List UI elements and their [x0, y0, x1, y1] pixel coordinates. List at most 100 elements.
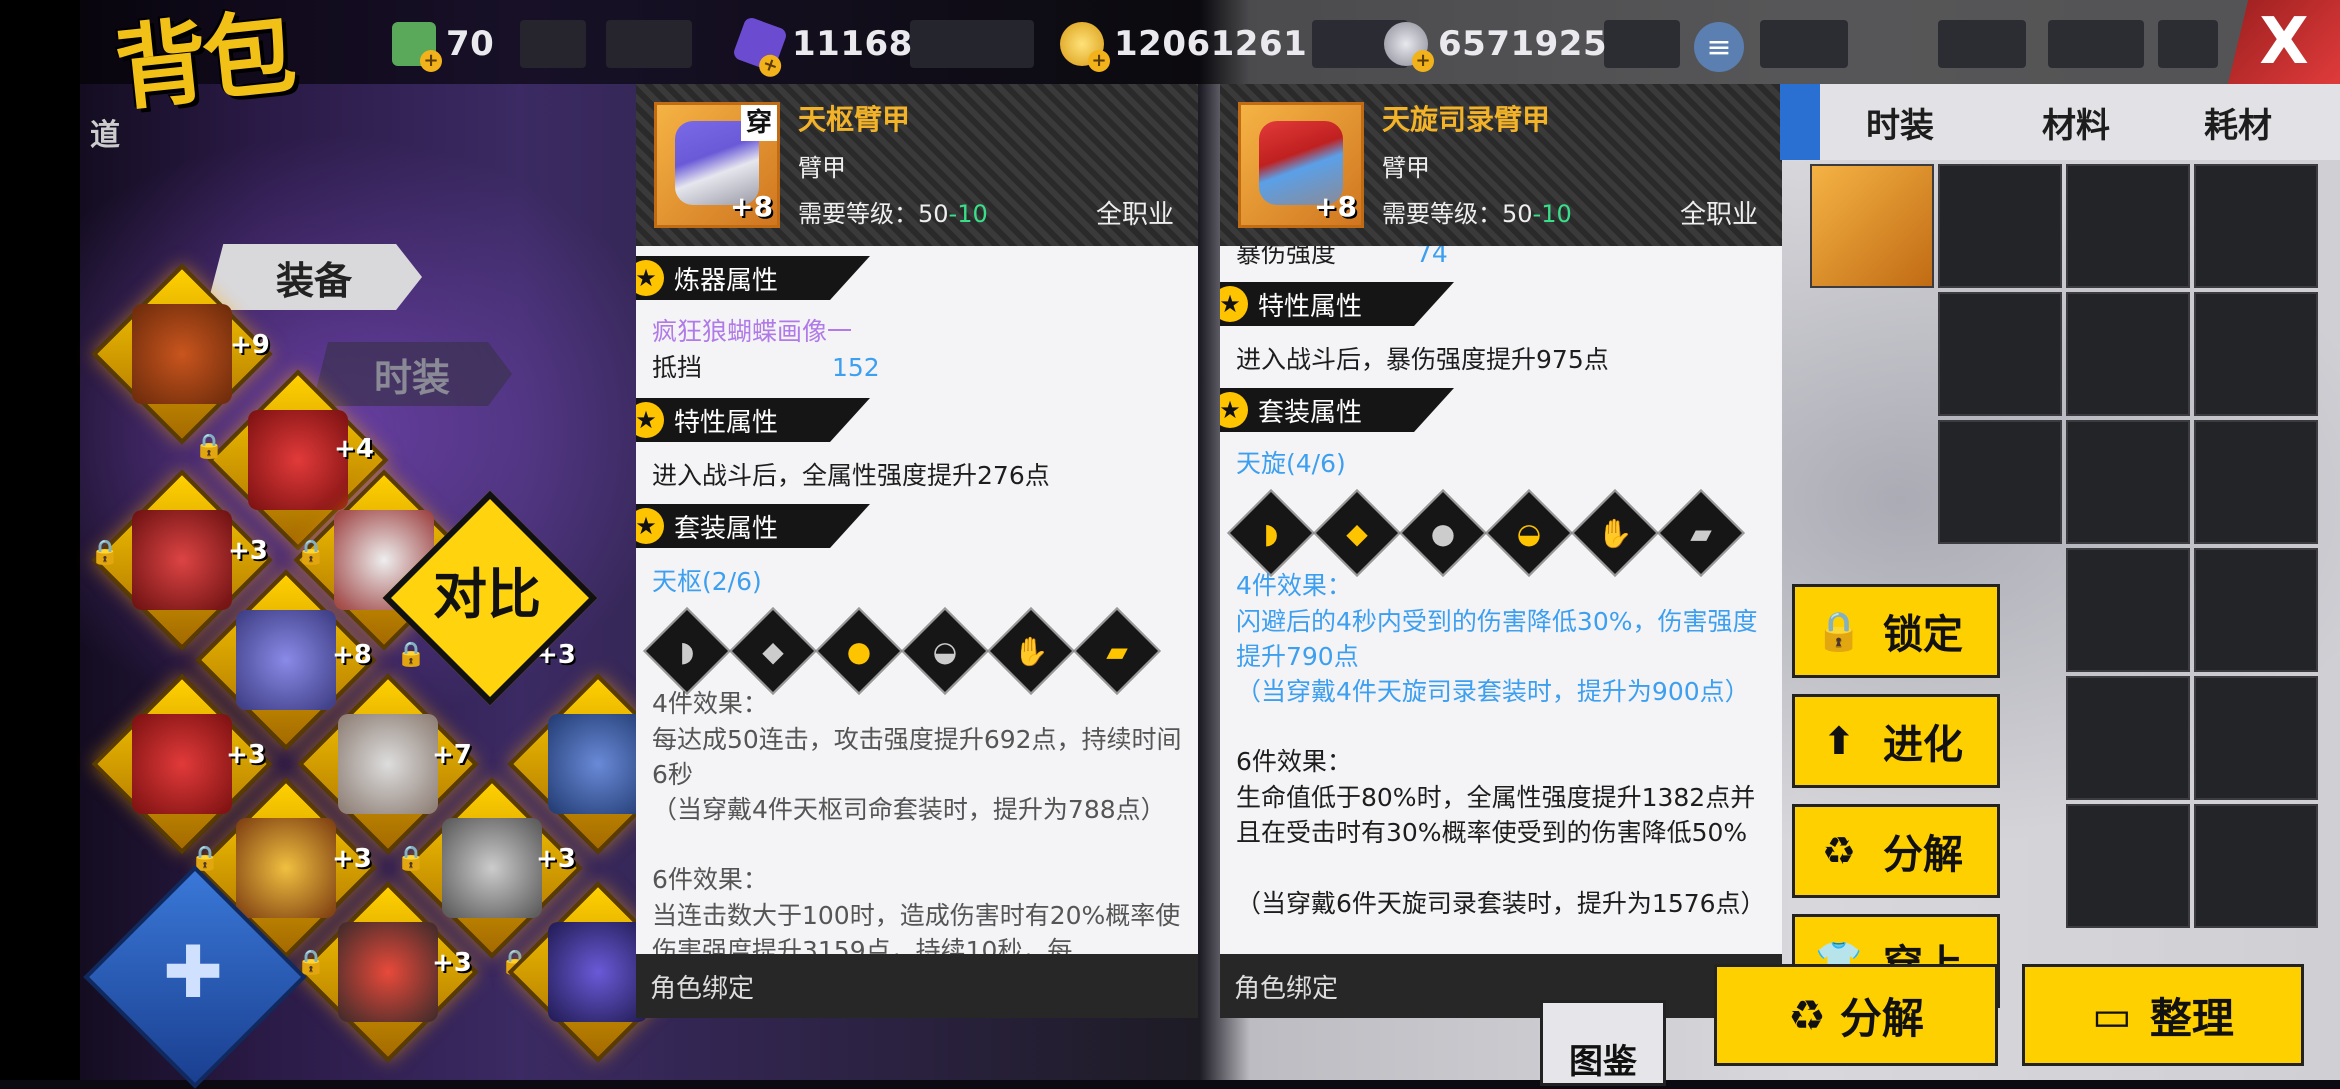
panel-body[interactable]: ★ 炼器属性 疯狂狼蝴蝶画像一 抵挡 152 ★ 特性属性 进入战斗后，全属性强度提升… [636, 246, 1198, 954]
stat-row: 抵挡 152 [652, 350, 1182, 385]
item-type: 臂甲 [1382, 154, 1430, 182]
add-icon[interactable]: + [1088, 50, 1110, 72]
inventory-cell[interactable] [2194, 804, 2318, 928]
tab-materials[interactable]: 材料 [2042, 98, 2110, 147]
item-detail-panel-equipped: 穿 +8 天枢臂甲 臂甲 需要等级：50-10 全职业 ★ 炼器属性 疯狂狼蝴蝶画… [636, 84, 1198, 1018]
effect4-bonus: （当穿戴4件天旋司录套装时，提升为900点） [1236, 677, 1750, 706]
inventory-cell[interactable] [2066, 676, 2190, 800]
set-piece-arm: ▰ [1073, 607, 1161, 695]
lock-button[interactable]: 🔒 锁定 [1792, 584, 2000, 678]
item-plus-label: +9 [230, 330, 270, 360]
lock-icon: 🔒 [296, 538, 326, 566]
inventory-cell[interactable] [1938, 420, 2062, 544]
required-level: 需要等级：50-10 [1382, 194, 1572, 229]
inventory-cell[interactable] [2066, 804, 2190, 928]
effect6-title: 6件效果： [1236, 747, 1352, 776]
inventory-cell[interactable] [2194, 676, 2318, 800]
tray-icon: ▭ [2092, 990, 2132, 1040]
set-piece-pants: ◒ [901, 607, 989, 695]
add-icon[interactable]: + [1412, 50, 1434, 72]
inventory-cell[interactable] [2066, 548, 2190, 672]
set-piece-pants: ◒ [1485, 489, 1573, 577]
currency-silver[interactable]: + 6571925 [1384, 18, 1608, 72]
inventory-cell[interactable] [2066, 164, 2190, 288]
lock-icon: 🔒 [194, 432, 224, 460]
section-refine: ★ 炼器属性 [636, 256, 870, 300]
item-type: 臂甲 [798, 154, 846, 182]
gold-coin-icon: + [1060, 22, 1110, 72]
sort-button[interactable]: ▭ 整理 [2022, 964, 2304, 1066]
inventory-cell[interactable] [2066, 292, 2190, 416]
currency-gold[interactable]: + 12061261 [1060, 18, 1307, 72]
inventory-cell[interactable] [2194, 164, 2318, 288]
inventory-cell[interactable] [1938, 292, 2062, 416]
set-name: 天枢(2/6) [652, 567, 762, 596]
req-label: 需要等级： [1382, 200, 1502, 228]
req-reduction: -10 [1532, 200, 1572, 228]
bind-status: 角色绑定 [1220, 954, 1782, 1018]
lock-icon: 🔒 [1815, 608, 1863, 653]
set-piece-top: ◆ [1313, 489, 1401, 577]
bulk-decompose-button[interactable]: ♻ 分解 [1714, 964, 1998, 1066]
compare-label: 对比 [433, 563, 541, 626]
tab-consumables[interactable]: 耗材 [2204, 98, 2272, 147]
item-plus-label: +4 [334, 434, 374, 464]
tab-fashion-label: 时装 [373, 355, 450, 400]
tab-fashion[interactable]: 时装 [312, 342, 512, 406]
stat-name: 暴伤强度 [1236, 246, 1337, 268]
enhance-level: +8 [1314, 190, 1357, 223]
silver-value: 6571925 [1438, 24, 1608, 64]
trait-text: 进入战斗后，暴伤强度提升975点 [1236, 345, 1609, 374]
lock-icon: 🔒 [90, 538, 120, 566]
effect4-title: 4件效果： [652, 689, 768, 718]
cash-icon: + [392, 22, 442, 72]
inventory-cell[interactable] [2194, 420, 2318, 544]
tab-fashion-right[interactable]: 时装 [1866, 98, 1934, 147]
bar-slot [910, 20, 1034, 68]
bar-slot [520, 20, 586, 68]
bar-slot [2048, 20, 2144, 68]
req-reduction: -10 [948, 200, 988, 228]
inventory-cell[interactable] [2066, 420, 2190, 544]
item-icon: +8 [1238, 102, 1364, 228]
inventory-cell[interactable] [2194, 548, 2318, 672]
currency-cash[interactable]: + 70 [392, 18, 494, 72]
inventory-cell[interactable] [1810, 164, 1934, 288]
set-piece-belt: ● [815, 607, 903, 695]
effect6-bonus: （当穿戴6件天旋司录套装时，提升为1576点） [1236, 889, 1766, 918]
star-icon: ★ [636, 508, 664, 544]
bar-slot [1604, 20, 1680, 68]
side-text: 道 [90, 118, 120, 153]
panel-body[interactable]: 暴伤强度 74 ★ 特性属性 进入战斗后，暴伤强度提升975点 ★ 套装属性 天旋(4… [1220, 246, 1782, 954]
section-title: 特性属性 [1258, 291, 1363, 322]
decompose-label: 分解 [1883, 832, 1963, 878]
atlas-button[interactable]: 图鉴 [1540, 1000, 1666, 1086]
req-base: 50 [1502, 200, 1533, 228]
section-title: 炼器属性 [674, 265, 779, 296]
add-icon[interactable]: + [420, 50, 442, 72]
silver-coin-icon: + [1384, 22, 1434, 72]
bind-status: 角色绑定 [636, 954, 1198, 1018]
stat-row: 暴伤强度 74 [1236, 246, 1766, 271]
enhance-level: +8 [730, 190, 773, 223]
bar-slot [606, 20, 692, 68]
currency-crystal[interactable]: + 11168 [731, 15, 913, 80]
set-piece-glove: ✋ [987, 607, 1075, 695]
atlas-label: 图鉴 [1569, 1042, 1637, 1082]
bar-slot [1938, 20, 2026, 68]
decompose-button[interactable]: ♻ 分解 [1792, 804, 2000, 898]
item-plus-label: +7 [432, 740, 472, 770]
refine-name: 疯狂狼蝴蝶画像一 [652, 317, 853, 346]
section-trait: ★ 特性属性 [1220, 282, 1454, 326]
set-name: 天旋(4/6) [1236, 449, 1346, 478]
inventory-cell[interactable] [2194, 292, 2318, 416]
evolve-button[interactable]: ⬆ 进化 [1792, 694, 2000, 788]
crystal-icon: + [731, 15, 789, 80]
lock-label: 锁定 [1883, 612, 1963, 658]
effect6-text: 当连击数大于100时，造成伤害时有20%概率使伤害强度提升3159点，持续10秒… [652, 901, 1181, 954]
set-piece-arm: ▰ [1657, 489, 1745, 577]
menu-icon[interactable]: ≡ [1694, 22, 1744, 72]
inventory-cell[interactable] [1938, 164, 2062, 288]
set-piece-shoulder: ◗ [1227, 489, 1315, 577]
tab-equipment[interactable]: 装备 [206, 244, 422, 310]
